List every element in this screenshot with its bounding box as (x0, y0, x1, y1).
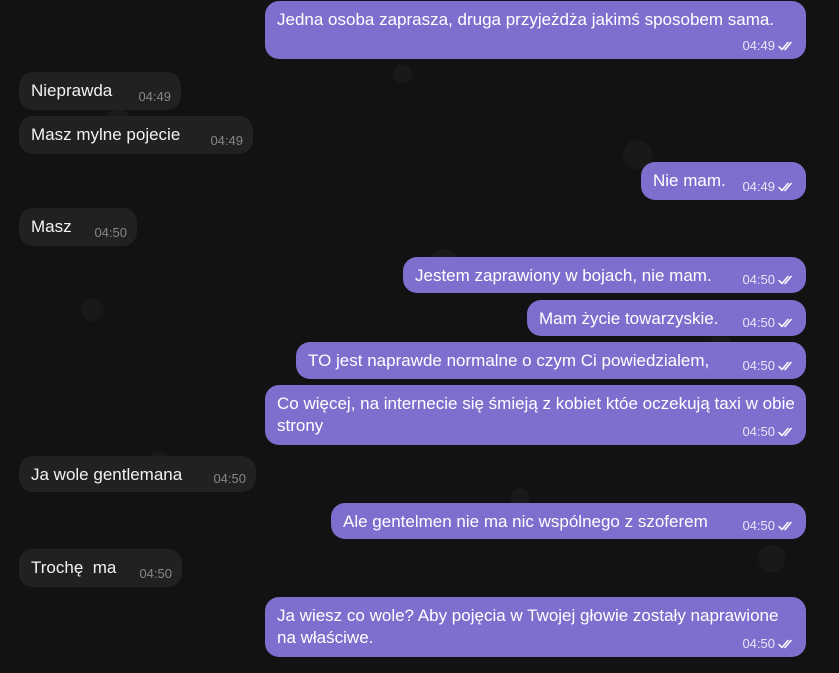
message-text: Nie mam. (653, 171, 726, 190)
read-receipt-icon (778, 427, 796, 437)
message-meta: 04:50 (213, 472, 246, 486)
message-time: 04:50 (213, 471, 246, 486)
message-meta: 04:49 (742, 180, 796, 194)
message-bubble-incoming[interactable]: Masz mylne pojecie 04:49 (19, 116, 253, 154)
message-bubble-outgoing[interactable]: TO jest naprawde normalne o czym Ci powi… (296, 342, 806, 379)
read-receipt-icon (778, 639, 796, 649)
message-meta: 04:50 (742, 637, 796, 651)
message-meta: 04:50 (742, 316, 796, 330)
message-text: Ale gentelmen nie ma nic wspólnego z szo… (343, 512, 708, 531)
message-text: Masz (31, 217, 72, 236)
message-meta: 04:49 (138, 90, 171, 104)
message-bubble-outgoing[interactable]: Jedna osoba zaprasza, druga przyjeżdża j… (265, 1, 806, 59)
read-receipt-icon (778, 521, 796, 531)
message-bubble-outgoing[interactable]: Co więcej, na internecie się śmieją z ko… (265, 385, 806, 445)
message-bubble-outgoing[interactable]: Jestem zaprawiony w bojach, nie mam. 04:… (403, 257, 806, 293)
read-receipt-icon (778, 275, 796, 285)
message-time: 04:49 (138, 89, 171, 104)
message-meta: 04:50 (742, 519, 796, 533)
message-text: Jedna osoba zaprasza, druga przyjeżdża j… (277, 10, 775, 29)
message-text: Masz mylne pojecie (31, 125, 181, 144)
message-bubble-outgoing[interactable]: Nie mam. 04:49 (641, 162, 806, 200)
message-bubble-incoming[interactable]: Masz 04:50 (19, 208, 137, 246)
message-meta: 04:50 (94, 226, 127, 240)
message-text: Jestem zaprawiony w bojach, nie mam. (415, 266, 712, 285)
message-text: Co więcej, na internecie się śmieją z ko… (277, 394, 795, 435)
message-bubble-outgoing[interactable]: Ja wiesz co wole? Aby pojęcia w Twojej g… (265, 597, 806, 657)
message-bubble-incoming[interactable]: Ja wole gentlemana 04:50 (19, 456, 256, 492)
read-receipt-icon (778, 182, 796, 192)
message-time: 04:50 (742, 358, 775, 373)
message-time: 04:50 (742, 636, 775, 651)
message-bubble-incoming[interactable]: Trochę ma 04:50 (19, 549, 182, 587)
read-receipt-icon (778, 41, 796, 51)
message-bubble-outgoing[interactable]: Mam życie towarzyskie. 04:50 (527, 300, 806, 336)
message-text: Trochę ma (31, 558, 117, 577)
message-time: 04:50 (94, 225, 127, 240)
message-time: 04:49 (210, 133, 243, 148)
message-time: 04:50 (139, 566, 172, 581)
message-time: 04:50 (742, 518, 775, 533)
message-meta: 04:50 (742, 273, 796, 287)
message-text: Ja wole gentlemana (31, 465, 183, 484)
read-receipt-icon (778, 361, 796, 371)
message-text: TO jest naprawde normalne o czym Ci powi… (308, 351, 710, 370)
message-time: 04:50 (742, 424, 775, 439)
message-time: 04:49 (742, 38, 775, 53)
message-meta: 04:50 (742, 425, 796, 439)
read-receipt-icon (778, 318, 796, 328)
message-time: 04:49 (742, 179, 775, 194)
message-meta: 04:49 (742, 39, 796, 53)
message-text: Mam życie towarzyskie. (539, 309, 719, 328)
message-bubble-outgoing[interactable]: Ale gentelmen nie ma nic wspólnego z szo… (331, 503, 806, 539)
message-time: 04:50 (742, 315, 775, 330)
message-meta: 04:49 (210, 134, 243, 148)
message-text: Ja wiesz co wole? Aby pojęcia w Twojej g… (277, 606, 779, 647)
message-meta: 04:50 (742, 359, 796, 373)
chat-message-area[interactable]: Jedna osoba zaprasza, druga przyjeżdża j… (0, 0, 839, 673)
message-time: 04:50 (742, 272, 775, 287)
message-bubble-incoming[interactable]: Nieprawda 04:49 (19, 72, 181, 110)
message-text: Nieprawda (31, 81, 113, 100)
message-meta: 04:50 (139, 567, 172, 581)
